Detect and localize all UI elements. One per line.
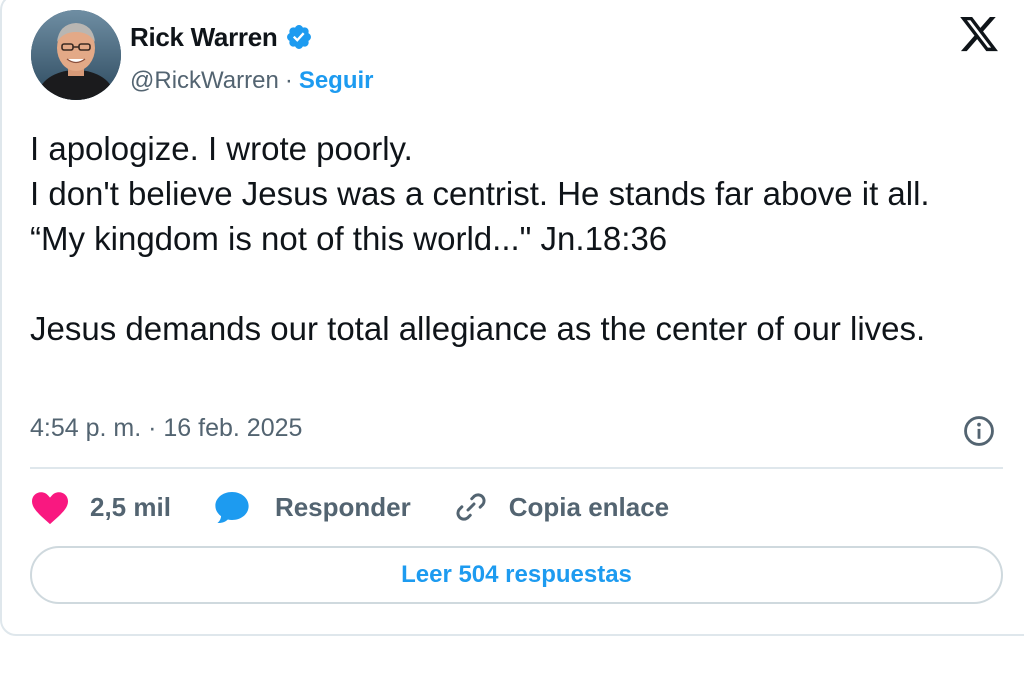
like-count: 2,5 mil [90,491,171,522]
author-display-name[interactable]: Rick Warren [130,22,278,53]
author-name-row: Rick Warren [130,18,313,56]
like-button[interactable]: 2,5 mil [30,489,171,525]
copy-link-button[interactable]: Copia enlace [453,489,669,525]
reply-label: Responder [274,491,411,522]
follow-button[interactable]: Seguir [299,67,374,95]
heart-icon [32,492,68,525]
divider [30,467,1003,469]
tweet-text: I apologize. I wrote poorly. I don't bel… [30,130,930,347]
reply-button[interactable]: Responder [213,489,411,525]
tweet-timestamp[interactable]: 4:54 p. m. · 16 feb. 2025 [30,414,302,443]
link-icon [456,493,486,521]
verified-badge-icon [287,25,312,49]
info-icon[interactable] [962,414,996,448]
author-handle[interactable]: @RickWarren [130,67,279,95]
author-handle-row: @RickWarren · Seguir [130,63,374,99]
avatar-photo [31,10,121,100]
copy-link-label: Copia enlace [508,491,670,522]
speech-bubble-icon [215,491,249,524]
separator-dot: · [284,67,293,94]
action-bar: 2,5 mil Responder Copia enlace [30,484,669,530]
x-logo-icon[interactable] [957,13,1001,55]
read-replies-button[interactable]: Leer 504 respuestas [30,546,1003,604]
avatar[interactable] [31,10,121,100]
